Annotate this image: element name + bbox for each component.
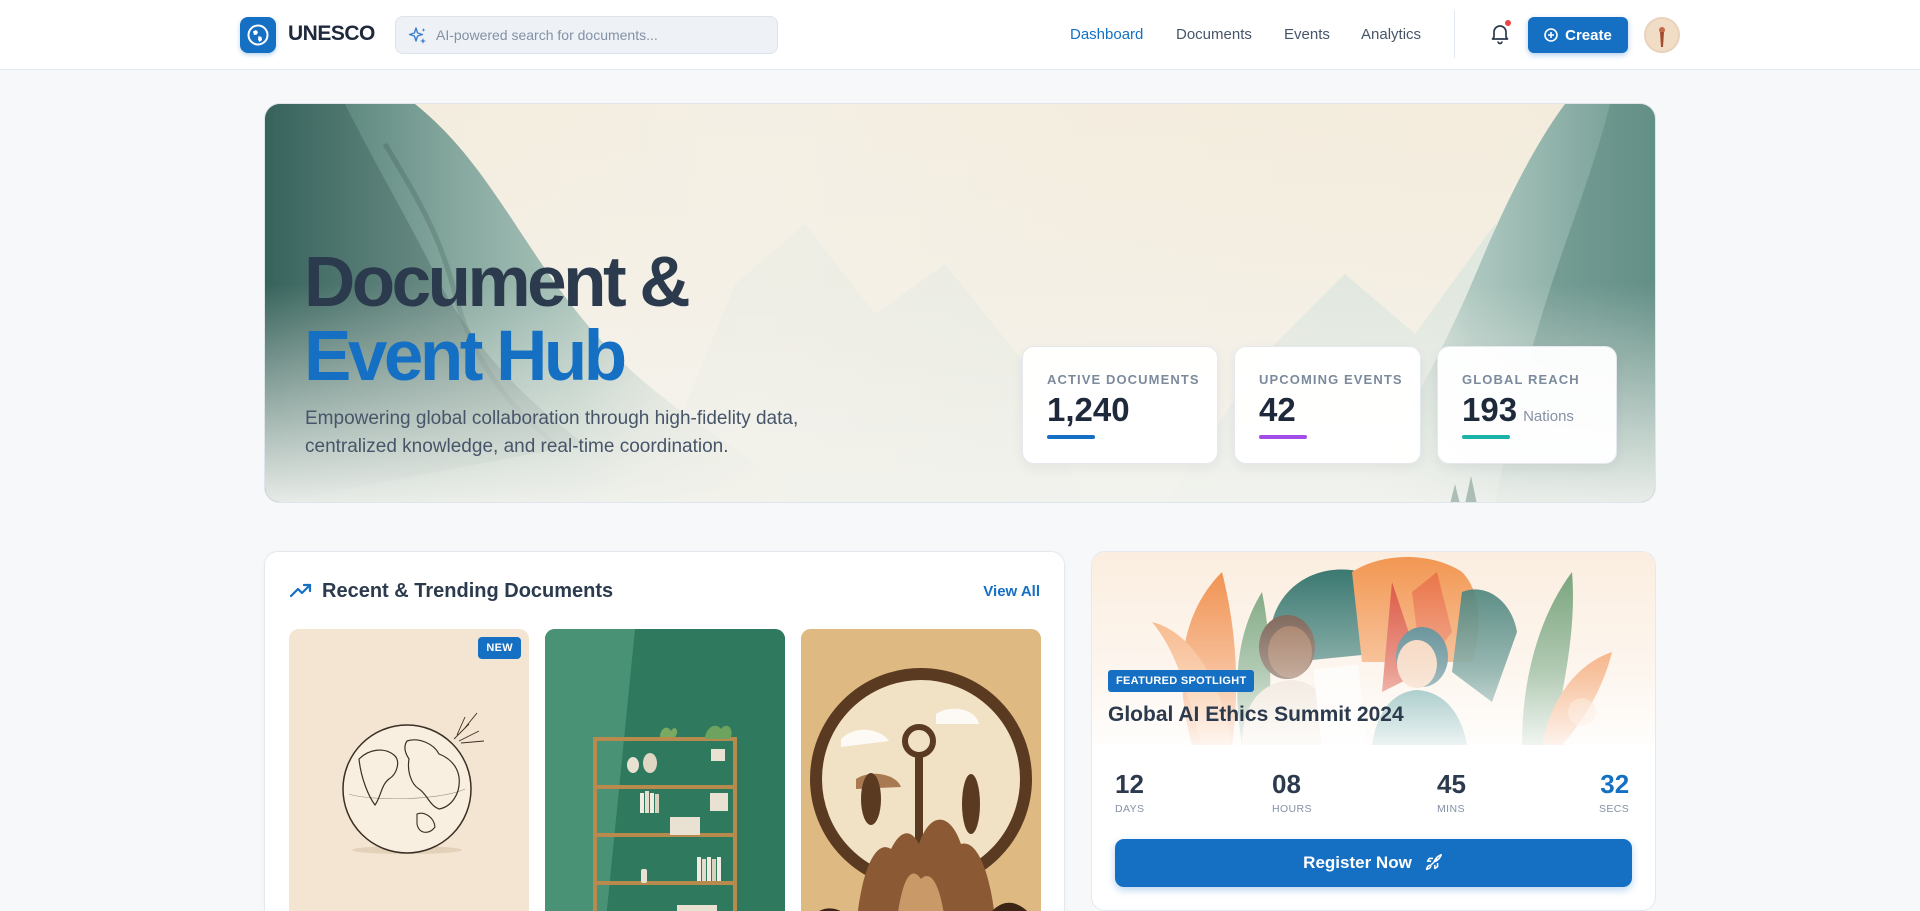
stat-accent-bar bbox=[1259, 435, 1307, 439]
register-label: Register Now bbox=[1303, 853, 1412, 872]
new-badge: NEW bbox=[478, 637, 521, 659]
create-button[interactable]: Create bbox=[1528, 17, 1628, 53]
plus-circle-icon bbox=[1544, 28, 1558, 42]
stat-unit: Nations bbox=[1523, 408, 1574, 425]
stat-value: 193 Nations bbox=[1462, 391, 1574, 428]
trending-up-icon bbox=[290, 583, 312, 598]
recent-documents-card: Recent & Trending Documents View All NEW bbox=[264, 551, 1065, 911]
notification-dot bbox=[1505, 20, 1511, 26]
bookshelf-illustration bbox=[545, 629, 785, 911]
stat-card-active-documents: ACTIVE DOCUMENTS 1,240 bbox=[1022, 346, 1218, 464]
event-title: Global AI Ethics Summit 2024 bbox=[1108, 703, 1404, 726]
documents-section-title: Recent & Trending Documents bbox=[322, 580, 614, 602]
nav-analytics[interactable]: Analytics bbox=[1361, 26, 1421, 43]
brand-name[interactable]: UNESCO bbox=[288, 22, 375, 46]
top-navbar: UNESCO Dashboard Documents Events Analyt… bbox=[0, 0, 1920, 70]
stat-label: ACTIVE DOCUMENTS bbox=[1047, 372, 1200, 387]
ai-sparkle-icon bbox=[408, 27, 426, 44]
countdown-label: SECS bbox=[1599, 803, 1630, 815]
countdown-value: 12 bbox=[1115, 769, 1144, 799]
register-now-button[interactable]: Register Now bbox=[1115, 839, 1632, 887]
document-thumbnail-globe[interactable]: NEW bbox=[289, 629, 529, 911]
hero-subtitle: Empowering global collaboration through … bbox=[305, 408, 799, 457]
search-input[interactable] bbox=[436, 17, 766, 53]
nav-documents[interactable]: Documents bbox=[1176, 26, 1252, 43]
abstract-landscape-illustration bbox=[801, 629, 1041, 911]
nav-dashboard[interactable]: Dashboard bbox=[1070, 26, 1143, 43]
search-bar[interactable] bbox=[395, 16, 778, 54]
nav-divider bbox=[1454, 10, 1455, 58]
document-thumbnail-bookshelf[interactable] bbox=[545, 629, 785, 911]
stat-label: GLOBAL REACH bbox=[1462, 372, 1580, 387]
hero-title: Document & Event Hub bbox=[304, 243, 691, 396]
countdown-value: 45 bbox=[1437, 769, 1466, 799]
nav-events[interactable]: Events bbox=[1284, 26, 1330, 43]
event-banner-image[interactable]: FEATURED SPOTLIGHT Global AI Ethics Summ… bbox=[1092, 552, 1655, 745]
featured-spotlight-badge: FEATURED SPOTLIGHT bbox=[1108, 670, 1255, 692]
countdown-mins: 45 MINS bbox=[1437, 769, 1466, 815]
hero-title-line1: Document & bbox=[304, 243, 691, 322]
stat-label: UPCOMING EVENTS bbox=[1259, 372, 1403, 387]
stat-accent-bar bbox=[1462, 435, 1510, 439]
stat-card-global-reach: GLOBAL REACH 193 Nations bbox=[1437, 346, 1617, 464]
stat-value: 42 bbox=[1259, 391, 1296, 428]
countdown-hours: 08 HOURS bbox=[1272, 769, 1312, 815]
hero-title-line2: Event Hub bbox=[304, 317, 627, 396]
stat-accent-bar bbox=[1047, 435, 1095, 439]
globe-sketch-illustration bbox=[342, 712, 485, 854]
countdown-label: MINS bbox=[1437, 803, 1465, 815]
document-thumbnail-abstract[interactable] bbox=[801, 629, 1041, 911]
countdown-value: 08 bbox=[1272, 769, 1301, 799]
user-avatar[interactable] bbox=[1644, 17, 1680, 53]
countdown-label: HOURS bbox=[1272, 803, 1312, 815]
view-all-link[interactable]: View All bbox=[983, 583, 1040, 600]
countdown-value: 32 bbox=[1600, 769, 1630, 799]
hero-banner: Document & Event Hub Empowering global c… bbox=[264, 103, 1656, 503]
countdown-days: 12 DAYS bbox=[1115, 769, 1144, 815]
rocket-icon bbox=[1425, 854, 1442, 871]
globe-logo-icon[interactable] bbox=[240, 17, 276, 53]
stat-card-upcoming-events: UPCOMING EVENTS 42 bbox=[1234, 346, 1421, 464]
countdown-label: DAYS bbox=[1115, 803, 1145, 815]
stat-value: 1,240 bbox=[1047, 391, 1130, 428]
featured-event-card: FEATURED SPOTLIGHT Global AI Ethics Summ… bbox=[1091, 551, 1656, 911]
create-label: Create bbox=[1565, 26, 1612, 44]
countdown-secs: 32 SECS bbox=[1599, 769, 1629, 815]
